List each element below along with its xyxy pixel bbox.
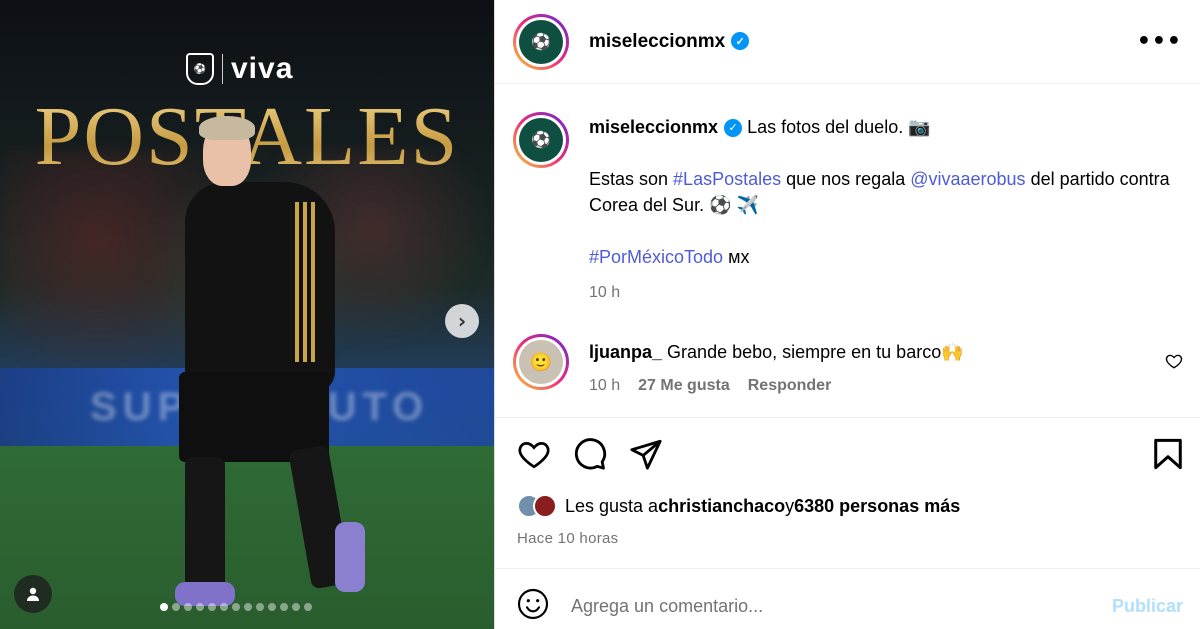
post-header: ⚽ miseleccionmx ✓ ••• [495,0,1200,84]
post-details-panel: ⚽ miseleccionmx ✓ ••• ⚽ miseleccionmx ✓ La… [494,0,1200,629]
author-username[interactable]: miseleccionmx ✓ [589,31,750,53]
carousel-dot [196,603,204,611]
share-button[interactable] [629,437,663,476]
comment-time: 10 h [589,377,621,394]
caption-author-avatar[interactable]: ⚽ [513,112,569,168]
user-tag-icon [27,587,39,601]
brand-separator [222,54,223,84]
carousel-dot [208,603,216,611]
carousel-dot [160,603,168,611]
comment-button[interactable] [573,437,607,476]
comment-input[interactable] [571,595,1112,617]
carousel-dot [268,603,276,611]
carousel-next-button[interactable]: › [445,304,479,338]
comment-icon [574,437,607,470]
post-media[interactable]: SUPERBAUTO ⚽ viva POSTALES › [0,0,494,629]
commenter-username[interactable]: ljuanpa_ [589,342,662,362]
carousel-dot [304,603,312,611]
carousel-dot [292,603,300,611]
commenter-avatar[interactable]: 🙂 [513,334,569,390]
comment-like-button[interactable] [1165,352,1183,375]
caption-line1: Las fotos del duelo. 📷 [747,117,931,137]
comment-composer: Publicar [517,584,1183,628]
likes-count[interactable]: 6380 personas más [794,496,960,517]
liker-username[interactable]: christianchaco [658,496,785,517]
post-timestamp: Hace 10 horas [517,530,619,547]
user-tags-button[interactable] [14,575,52,613]
divider [495,417,1200,418]
mention-link[interactable]: @vivaaerobus [910,169,1025,189]
federation-crest-icon: ⚽ [186,53,214,85]
action-bar [517,436,1183,476]
caption-text-prefix: Estas son [589,169,674,189]
save-button[interactable] [1153,437,1183,476]
likes-middle: y [785,495,795,516]
carousel-indicator [160,603,312,611]
caption-text-mid: que nos regala [781,169,911,189]
comment-text: Grande bebo, siempre en tu barco🙌 [667,342,964,362]
hashtag-link[interactable]: #PorMéxicoTodo [589,247,723,267]
carousel-dot [184,603,192,611]
chevron-right-icon: › [457,309,467,333]
carousel-dot [244,603,252,611]
carousel-dot [232,603,240,611]
emoji-button[interactable] [517,588,549,625]
bookmark-icon [1154,438,1182,469]
caption-time: 10 h [589,284,621,301]
likers-avatars [517,494,557,518]
likes-summary[interactable]: Les gusta a christianchaco y 6380 person… [517,494,960,518]
brand-name: viva [231,52,294,85]
carousel-dot [220,603,228,611]
carousel-dot [256,603,264,611]
comment-likes[interactable]: 27 Me gusta [638,374,730,398]
heart-icon [518,441,550,468]
caption-username[interactable]: miseleccionmx [589,117,718,137]
carousel-dot [172,603,180,611]
post-viewer: SUPERBAUTO ⚽ viva POSTALES › [0,0,1200,629]
share-icon [630,439,662,470]
heart-icon [1165,354,1183,369]
hashtag-link[interactable]: #LasPostales [673,169,781,189]
publish-button[interactable]: Publicar [1112,596,1183,617]
caption-flag-text: мх [723,247,750,267]
liker-avatar [533,494,557,518]
likes-prefix: Les gusta a [565,495,659,516]
player-figure [175,112,375,612]
post-caption: ⚽ miseleccionmx ✓ Las fotos del duelo. 📷 … [513,112,1183,306]
reply-button[interactable]: Responder [748,374,832,398]
emoji-icon [517,588,549,619]
carousel-dot [280,603,288,611]
comment-item: 🙂 ljuanpa_ Grande bebo, siempre en tu ba… [513,334,1183,398]
more-options-button[interactable]: ••• [1137,29,1182,54]
verified-badge-icon: ✓ [731,32,750,50]
verified-badge-icon: ✓ [724,119,743,137]
more-icon: ••• [1136,29,1182,54]
divider [495,568,1200,569]
like-button[interactable] [517,437,551,476]
author-avatar[interactable]: ⚽ [513,13,569,70]
brand-lockup: ⚽ viva [186,52,293,86]
